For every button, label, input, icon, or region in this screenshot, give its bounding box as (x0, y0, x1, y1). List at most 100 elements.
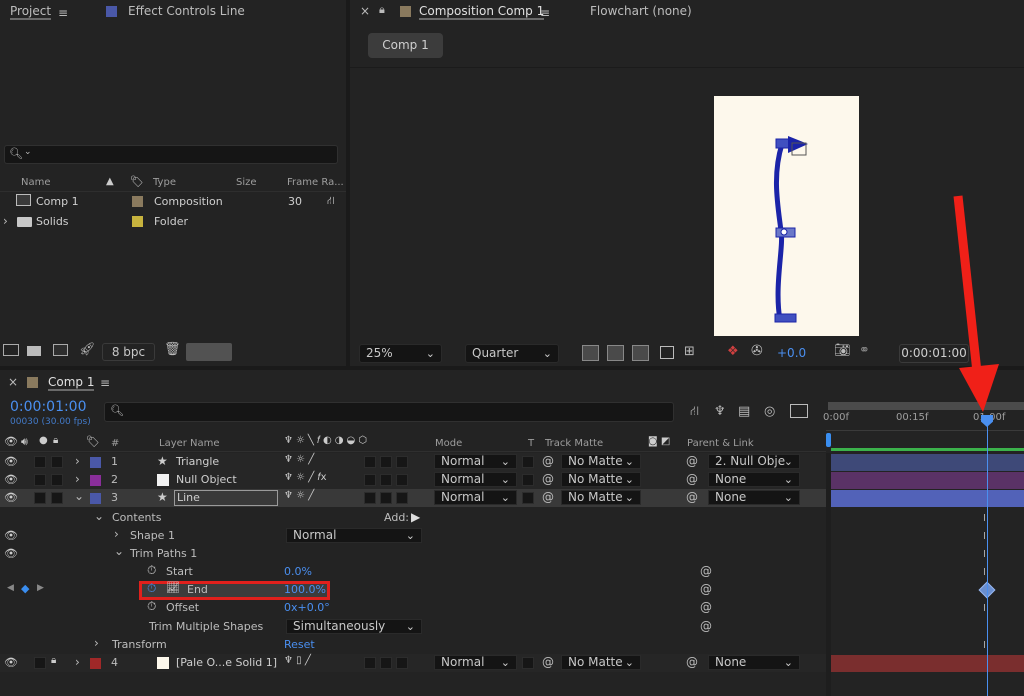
channels-icon[interactable]: ❖ (727, 344, 739, 359)
layer-switches[interactable]: ♆ ▯ ╱ (284, 655, 311, 666)
mask-visibility-icon[interactable] (632, 345, 649, 361)
switch-box[interactable] (396, 657, 408, 669)
timeline-menu-icon[interactable]: ≡ (100, 376, 110, 390)
label-swatch[interactable] (90, 493, 101, 504)
fast-preview-icon[interactable] (582, 345, 599, 361)
switch-box[interactable] (364, 474, 376, 486)
mode-dropdown[interactable]: Normal ⌄ (434, 472, 517, 487)
layer-row-3[interactable]: 👁︎ ⌄ 3 ★ Line ♆ ☼ ╱ Normal ⌄ @ No Matte ⌄ … (0, 489, 826, 507)
lock-icon[interactable]: 🔒︎ (379, 3, 385, 17)
parent-pickwhip-icon[interactable]: @ (686, 655, 698, 669)
hide-shy-icon[interactable]: ▤ (738, 404, 750, 419)
layer-row-4[interactable]: 👁︎ 🔒︎ › 4 [Pale O...e Solid 1] ♆ ▯ ╱ Nor… (0, 654, 826, 672)
stopwatch-active-icon[interactable]: ⏱︎ (147, 581, 156, 596)
layer-name[interactable]: Triangle (176, 455, 219, 468)
switch-box[interactable] (380, 474, 392, 486)
chevron-right-icon[interactable]: › (94, 636, 99, 650)
project-item-solids[interactable]: › Solids Folder (0, 213, 346, 232)
eye-icon[interactable]: 👁︎ (4, 455, 18, 468)
keyframe-marker[interactable]: I (983, 513, 986, 524)
label-swatch[interactable] (90, 658, 101, 669)
col-size[interactable]: Size (236, 177, 257, 188)
swatch-button[interactable] (186, 343, 232, 361)
pickwhip-icon[interactable]: @ (542, 655, 554, 669)
end-row[interactable]: ◀ ◆ ▶ ⏱︎ 📈︎ End 100.0% @ (0, 581, 826, 600)
parent-dropdown[interactable]: None ⌄ (708, 490, 800, 505)
trash-icon[interactable]: 🗑︎ (164, 342, 181, 357)
switch-box[interactable] (380, 657, 392, 669)
chevron-down-icon[interactable]: ⌄ (74, 489, 84, 503)
transparency-grid-icon[interactable] (607, 345, 624, 361)
preserve-transparency[interactable] (522, 492, 534, 504)
comp-breadcrumb-button[interactable]: Comp 1 (368, 33, 443, 58)
graph-icon[interactable]: 📈︎ (166, 581, 180, 594)
layer-row-2[interactable]: 👁︎ › 2 Null Object ♆ ☼ ╱ 𝑓x Normal ⌄ @ No… (0, 471, 826, 489)
parent-dropdown[interactable]: 2. Null Obje ⌄ (708, 454, 800, 469)
current-time[interactable]: 0:00:01:00 (10, 399, 87, 415)
composition-canvas[interactable] (714, 96, 859, 336)
trim-multiple-row[interactable]: Trim Multiple Shapes Simultaneously ⌄ @ (0, 618, 826, 636)
keyframe-toggle-icon[interactable]: ◆ (21, 582, 29, 595)
lock-toggle[interactable] (51, 474, 63, 486)
exposure-value[interactable]: +0.0 (777, 346, 806, 360)
end-value[interactable]: 100.0% (284, 583, 326, 596)
chevron-down-icon[interactable]: ⌄ (94, 509, 104, 523)
expression-pickwhip-icon[interactable]: @ (700, 619, 712, 633)
close-icon[interactable]: × (8, 375, 18, 389)
preserve-transparency[interactable] (522, 657, 534, 669)
eye-icon[interactable]: 👁︎ (4, 529, 18, 542)
layer-name[interactable]: [Pale O...e Solid 1] (176, 656, 277, 669)
solo-toggle[interactable] (34, 657, 46, 669)
expression-pickwhip-icon[interactable]: @ (700, 600, 712, 614)
frame-blending-icon[interactable]: ◎ (764, 404, 775, 419)
switch-box[interactable] (380, 492, 392, 504)
mode-dropdown[interactable]: Normal ⌄ (434, 490, 517, 505)
tab-timeline-comp[interactable]: Comp 1 (48, 375, 95, 391)
reset-link[interactable]: Reset (284, 638, 315, 651)
label-swatch[interactable] (90, 457, 101, 468)
grid-guide-icon[interactable]: ⊞ (684, 344, 695, 359)
new-folder-icon[interactable] (27, 346, 41, 356)
parent-pickwhip-icon[interactable]: @ (686, 490, 698, 504)
add-menu-icon[interactable]: ▶ (411, 510, 420, 524)
eye-icon[interactable]: 👁︎ (4, 491, 18, 504)
resolution-dropdown[interactable]: Quarter ⌄ (465, 344, 559, 363)
graph-editor-icon[interactable] (790, 404, 808, 418)
layer-bar-4[interactable] (831, 655, 1024, 672)
col-frame-rate[interactable]: Frame Ra... (287, 177, 344, 188)
mode-dropdown[interactable]: Normal ⌄ (434, 655, 517, 670)
timeline-search-input[interactable]: 🔍︎ (104, 402, 674, 422)
layer-name-editing[interactable]: Line (174, 490, 278, 506)
keyframe-marker[interactable]: I (983, 549, 986, 560)
layer-name[interactable]: Null Object (176, 473, 237, 486)
region-of-interest-icon[interactable] (660, 346, 674, 359)
draft-3d-icon[interactable]: ♆ (714, 404, 726, 419)
pickwhip-icon[interactable]: @ (542, 490, 554, 504)
rocket-icon[interactable]: 🚀︎ (79, 342, 96, 357)
eye-icon[interactable]: 👁︎ (4, 656, 18, 669)
preserve-transparency[interactable] (522, 456, 534, 468)
switch-box[interactable] (396, 474, 408, 486)
solo-toggle[interactable] (34, 456, 46, 468)
lock-toggle[interactable] (51, 492, 63, 504)
solo-toggle[interactable] (34, 474, 46, 486)
flowchart-icon[interactable]: ⛙ (327, 194, 335, 209)
parent-dropdown[interactable]: None ⌄ (708, 655, 800, 670)
expression-pickwhip-icon[interactable]: @ (700, 564, 712, 578)
start-value[interactable]: 0.0% (284, 565, 312, 578)
expression-pickwhip-icon[interactable]: @ (700, 582, 712, 596)
layer-bar-2[interactable] (831, 472, 1024, 489)
track-matte-dropdown[interactable]: No Matte ⌄ (561, 490, 641, 505)
layer-row-1[interactable]: 👁︎ › 1 ★ Triangle ♆ ☼ ╱ Normal ⌄ @ No Mat… (0, 453, 826, 471)
offset-value[interactable]: 0x+0.0° (284, 601, 330, 614)
chevron-right-icon[interactable]: › (114, 527, 119, 541)
parent-dropdown[interactable]: None ⌄ (708, 472, 800, 487)
stopwatch-icon[interactable]: ⏱︎ (147, 563, 156, 578)
work-area-start-marker[interactable] (826, 433, 831, 447)
switch-box[interactable] (396, 456, 408, 468)
zoom-dropdown[interactable]: 25% ⌄ (359, 344, 442, 363)
tab-flowchart[interactable]: Flowchart (none) (590, 4, 692, 18)
chevron-right-icon[interactable]: › (75, 472, 80, 486)
prev-keyframe-icon[interactable]: ◀ (7, 583, 14, 593)
viewer-menu-icon[interactable]: ≡ (540, 6, 550, 20)
